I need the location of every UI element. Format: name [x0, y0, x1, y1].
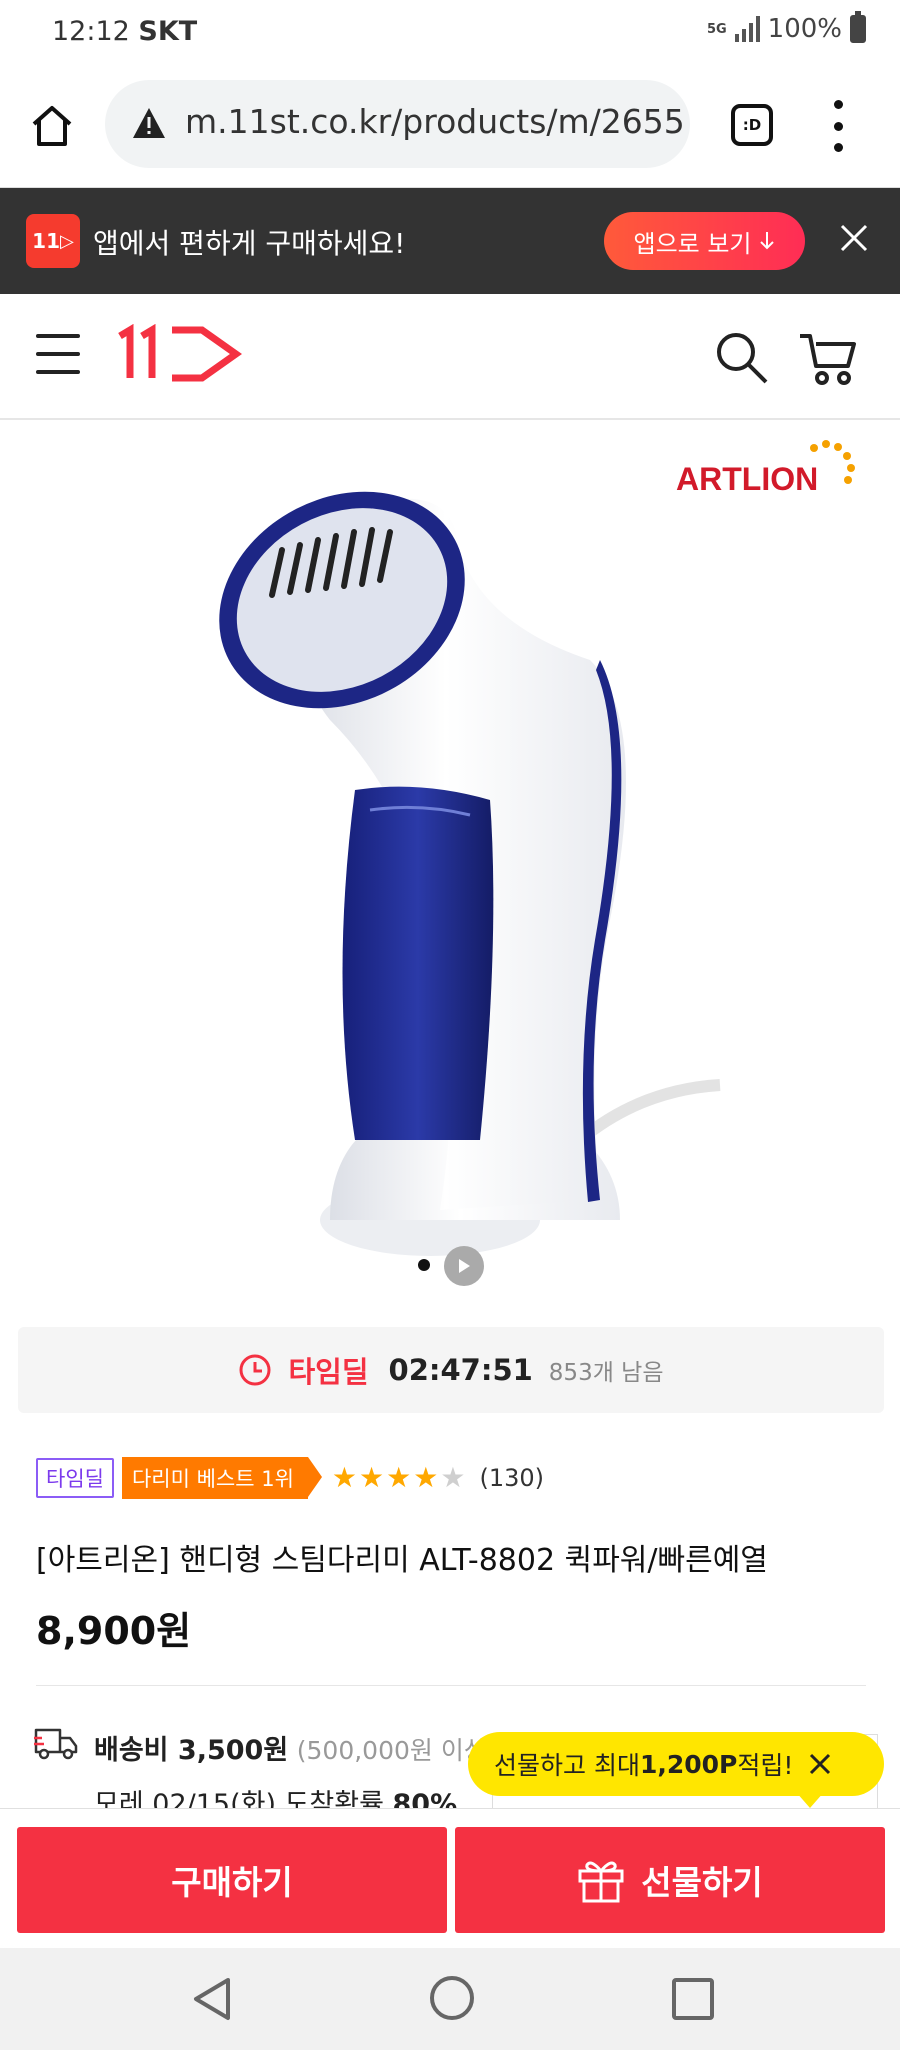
battery-percent: 100% — [767, 14, 842, 44]
close-icon[interactable] — [807, 1751, 833, 1777]
url-text: m.11st.co.kr/products/m/2655 — [185, 102, 685, 141]
home-button-icon[interactable] — [430, 1976, 474, 2020]
gift-icon — [578, 1861, 624, 1903]
timedeal-countdown: 02:47:51 — [388, 1353, 533, 1387]
svg-text:ARTLION: ARTLION — [676, 461, 818, 497]
carousel-indicator-active[interactable] — [418, 1259, 430, 1271]
gift-points-tooltip[interactable]: 선물하고 최대 1,200P 적립! — [468, 1732, 884, 1796]
app-install-banner: 11 ▷ 앱에서 편하게 구매하세요! 앱으로 보기 — [0, 188, 900, 294]
menu-icon[interactable] — [36, 334, 80, 374]
search-icon[interactable] — [714, 330, 770, 386]
signal-icon — [734, 16, 760, 42]
divider — [36, 1685, 866, 1686]
more-menu-icon[interactable] — [832, 100, 844, 152]
timedeal-remaining: 853개 남음 — [548, 1360, 664, 1386]
home-icon[interactable] — [28, 102, 76, 150]
review-count[interactable]: (130) — [479, 1464, 544, 1492]
truck-icon — [34, 1728, 78, 1760]
status-icons: 5G 100% — [706, 11, 866, 44]
product-title: [아트리온] 핸디형 스팀다리미 ALT-8802 퀵파워/빠른예열 — [36, 1543, 768, 1578]
brand-logo: ARTLION — [676, 440, 855, 497]
banner-message: 앱에서 편하게 구매하세요! — [93, 227, 406, 260]
battery-icon — [850, 11, 866, 43]
gift-button[interactable]: 선물하기 — [455, 1827, 885, 1933]
video-play-icon[interactable] — [444, 1246, 484, 1286]
product-badges: 타임딜 다리미 베스트 1위 ★ ★ ★ ★ ★ (130) — [36, 1457, 544, 1499]
product-price: 8,900원 — [36, 1609, 192, 1653]
recent-apps-icon[interactable] — [672, 1978, 714, 2020]
timedeal-bar: 타임딜 02:47:51 853개 남음 — [18, 1327, 884, 1413]
timedeal-label: 타임딜 — [288, 1355, 369, 1389]
best-rank-badge: 다리미 베스트 1위 — [121, 1457, 322, 1499]
browser-toolbar: m.11st.co.kr/products/m/2655 :D — [0, 64, 900, 188]
product-image[interactable] — [0, 420, 900, 1320]
site-logo[interactable] — [116, 324, 242, 382]
star-icon: ★ — [359, 1461, 385, 1494]
download-arrow-icon — [759, 232, 774, 250]
tab-switcher-button[interactable]: :D — [731, 104, 773, 146]
timedeal-badge: 타임딜 — [36, 1458, 114, 1498]
star-icon: ★ — [386, 1461, 412, 1494]
close-icon[interactable] — [836, 220, 872, 256]
back-icon[interactable] — [190, 1976, 234, 2022]
shipping-fee: 배송비 3,500원 (500,000원 이상 — [94, 1735, 487, 1766]
cart-icon[interactable] — [798, 328, 858, 386]
system-navigation-bar — [0, 1948, 900, 2050]
rating-stars[interactable]: ★ ★ ★ ★ ★ — [332, 1464, 466, 1492]
star-icon: ★ — [331, 1461, 358, 1494]
address-bar[interactable]: m.11st.co.kr/products/m/2655 — [105, 80, 690, 168]
clock-icon — [239, 1354, 271, 1386]
network-badge: 5G — [706, 21, 727, 37]
star-icon: ★ — [413, 1461, 439, 1494]
purchase-action-bar: 구매하기 선물하기 — [0, 1808, 900, 1948]
star-empty-icon: ★ — [440, 1461, 466, 1494]
status-time: 12:12 SKT — [52, 16, 198, 47]
status-bar: 12:12 SKT 5G 100% — [0, 0, 900, 64]
banner-app-logo: 11 ▷ — [26, 214, 80, 268]
open-app-button[interactable]: 앱으로 보기 — [604, 212, 805, 270]
warning-icon[interactable] — [131, 106, 167, 140]
site-header — [0, 294, 900, 420]
buy-button[interactable]: 구매하기 — [17, 1827, 447, 1933]
tooltip-arrow — [796, 1792, 824, 1808]
